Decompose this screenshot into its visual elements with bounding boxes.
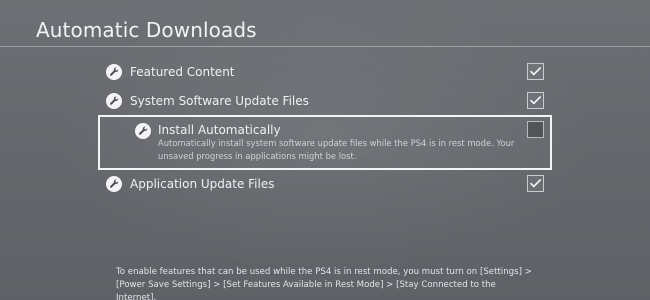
footer-note: To enable features that can be used whil…: [116, 267, 532, 300]
setting-label: System Software Update Files: [130, 94, 309, 108]
install-automatically-checkbox[interactable]: [527, 121, 544, 138]
featured-content-checkbox[interactable]: [527, 63, 544, 80]
setting-row-application-update-files[interactable]: Application Update Files: [96, 175, 553, 195]
checkmark-icon: [530, 96, 541, 105]
setting-label: Application Update Files: [130, 177, 275, 191]
wrench-icon: [135, 123, 151, 139]
automatic-downloads-screen: Automatic Downloads Featured Content Sys…: [0, 0, 650, 300]
setting-row-install-automatically[interactable]: Install Automatically Automatically inst…: [98, 115, 552, 170]
wrench-icon: [106, 93, 122, 109]
setting-row-system-software-update-files[interactable]: System Software Update Files: [96, 91, 553, 111]
setting-row-featured-content[interactable]: Featured Content: [96, 62, 553, 82]
setting-label: Featured Content: [130, 65, 235, 79]
system-software-update-files-checkbox[interactable]: [527, 92, 544, 109]
application-update-files-checkbox[interactable]: [527, 175, 544, 192]
page-title: Automatic Downloads: [36, 18, 257, 42]
header-divider: [0, 46, 650, 47]
setting-description: Automatically install system software up…: [158, 138, 515, 161]
checkmark-icon: [530, 179, 541, 188]
header: Automatic Downloads: [0, 0, 650, 47]
wrench-icon: [106, 176, 122, 192]
checkmark-icon: [530, 67, 541, 76]
setting-label: Install Automatically: [158, 123, 281, 137]
wrench-icon: [106, 64, 122, 80]
